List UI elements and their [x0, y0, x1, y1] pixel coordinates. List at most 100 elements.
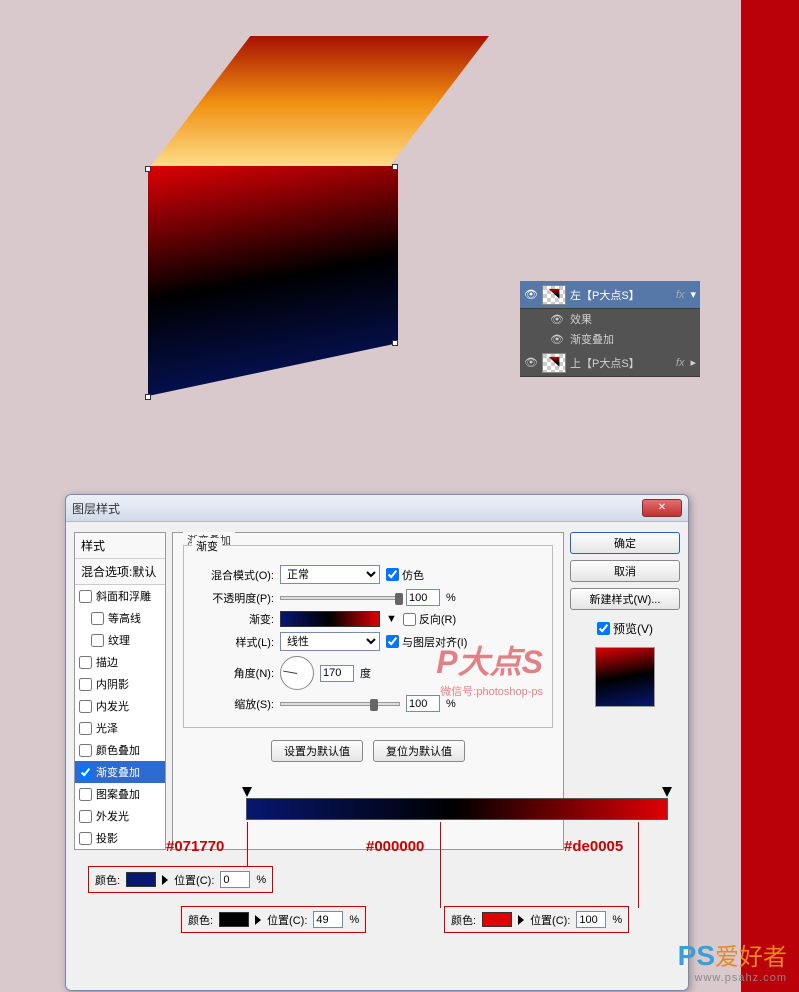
layer-effects-row[interactable]: 👁 效果 — [520, 309, 700, 329]
swatch-menu-icon[interactable] — [162, 875, 168, 885]
effect-label: 渐变叠加 — [570, 331, 614, 347]
set-default-button[interactable]: 设置为默认值 — [271, 740, 363, 762]
blend-mode-select[interactable]: 正常 — [280, 565, 380, 584]
transform-handle[interactable] — [145, 394, 151, 400]
hex-label-1: #071770 — [166, 838, 224, 855]
opacity-stop[interactable] — [662, 787, 672, 797]
swatch-menu-icon[interactable] — [518, 915, 524, 925]
blend-options[interactable]: 混合选项:默认 — [75, 559, 165, 585]
angle-label: 角度(N): — [194, 665, 274, 681]
style-checkbox[interactable] — [79, 678, 92, 691]
dialog-title: 图层样式 — [72, 500, 642, 517]
visibility-icon[interactable]: 👁 — [524, 288, 538, 301]
style-checkbox[interactable] — [79, 722, 92, 735]
gradient-bar[interactable]: .s1::before{background:#071770} — [246, 798, 668, 820]
style-bevel[interactable]: 斜面和浮雕 — [75, 585, 165, 607]
style-drop-shadow[interactable]: 投影 — [75, 827, 165, 849]
style-checkbox[interactable] — [79, 832, 92, 845]
visibility-icon[interactable]: 👁 — [550, 333, 564, 346]
dropdown-icon[interactable]: ▼ — [386, 613, 397, 625]
opacity-slider[interactable] — [280, 596, 400, 600]
stop-callout-1: 颜色: 位置(C): % — [88, 866, 273, 893]
styles-header[interactable]: 样式 — [75, 533, 165, 559]
scale-input[interactable] — [406, 695, 440, 712]
position-input[interactable] — [313, 911, 343, 928]
position-input[interactable] — [576, 911, 606, 928]
color-label: 颜色: — [95, 872, 120, 888]
angle-dial[interactable] — [280, 656, 314, 690]
style-pattern-overlay[interactable]: 图案叠加 — [75, 783, 165, 805]
opacity-input[interactable] — [406, 589, 440, 606]
chevron-right-icon[interactable]: ▸ — [690, 356, 696, 369]
new-style-button[interactable]: 新建样式(W)... — [570, 588, 680, 610]
opacity-stop[interactable] — [242, 787, 252, 797]
connector-line — [247, 822, 248, 868]
fx-badge[interactable]: fx — [676, 289, 687, 301]
watermark-overlay: P大点S 微信号:photoshop-ps — [436, 637, 543, 699]
position-input[interactable] — [220, 871, 250, 888]
style-checkbox[interactable] — [79, 700, 92, 713]
transform-handle[interactable] — [392, 164, 398, 170]
color-swatch[interactable] — [482, 912, 512, 927]
layer-effect-gradient[interactable]: 👁 渐变叠加 — [520, 329, 700, 349]
hex-label-3: #de0005 — [564, 838, 623, 855]
style-gradient-overlay[interactable]: 渐变叠加 — [75, 761, 165, 783]
preview-checkbox[interactable]: 预览(V) — [570, 620, 680, 637]
layer-row-top[interactable]: 👁 上【P大点S】 fx ▸ — [520, 349, 700, 377]
color-label: 颜色: — [451, 912, 476, 928]
layer-thumb — [542, 353, 566, 373]
dither-checkbox[interactable]: 仿色 — [386, 567, 424, 583]
style-checkbox[interactable] — [79, 744, 92, 757]
style-contour[interactable]: 等高线 — [75, 607, 165, 629]
style-checkbox[interactable] — [79, 810, 92, 823]
transform-handle[interactable] — [145, 166, 151, 172]
stop-callout-3: 颜色: 位置(C): % — [444, 906, 629, 933]
ok-button[interactable]: 确定 — [570, 532, 680, 554]
style-texture[interactable]: 纹理 — [75, 629, 165, 651]
sub-label: 渐变 — [192, 538, 222, 554]
color-swatch[interactable] — [126, 872, 156, 887]
color-stop[interactable] — [662, 821, 672, 831]
position-label: 位置(C): — [174, 872, 214, 888]
style-checkbox[interactable] — [79, 766, 92, 779]
gradient-label: 渐变: — [194, 611, 274, 627]
reverse-checkbox[interactable]: 反向(R) — [403, 611, 456, 627]
style-checkbox[interactable] — [79, 656, 92, 669]
chevron-down-icon[interactable]: ▾ — [690, 288, 696, 301]
transform-handle[interactable] — [392, 340, 398, 346]
position-label: 位置(C): — [267, 912, 307, 928]
close-button[interactable]: ✕ — [642, 499, 682, 517]
style-outer-glow[interactable]: 外发光 — [75, 805, 165, 827]
style-checkbox[interactable] — [91, 634, 104, 647]
style-inner-glow[interactable]: 内发光 — [75, 695, 165, 717]
style-checkbox[interactable] — [91, 612, 104, 625]
layer-row-left[interactable]: 👁 左【P大点S】 fx ▾ — [520, 281, 700, 309]
gradient-swatch[interactable] — [280, 611, 380, 627]
style-stroke[interactable]: 描边 — [75, 651, 165, 673]
style-color-overlay[interactable]: 颜色叠加 — [75, 739, 165, 761]
fx-badge[interactable]: fx — [676, 357, 687, 369]
layer-name: 左【P大点S】 — [570, 287, 640, 303]
angle-input[interactable] — [320, 665, 354, 682]
connector-line — [638, 822, 639, 908]
scale-slider[interactable] — [280, 702, 400, 706]
style-checkbox[interactable] — [79, 590, 92, 603]
dialog-titlebar[interactable]: 图层样式 ✕ — [66, 495, 688, 521]
position-label: 位置(C): — [530, 912, 570, 928]
blend-mode-label: 混合模式(O): — [194, 567, 274, 583]
visibility-icon[interactable]: 👁 — [524, 356, 538, 369]
style-checkbox[interactable] — [79, 788, 92, 801]
color-swatch[interactable] — [219, 912, 249, 927]
style-select[interactable]: 线性 — [280, 632, 380, 651]
layer-style-dialog: 图层样式 ✕ 样式 混合选项:默认 斜面和浮雕 等高线 纹理 描边 内阴影 内发… — [65, 494, 689, 991]
swatch-menu-icon[interactable] — [255, 915, 261, 925]
visibility-icon[interactable]: 👁 — [550, 313, 564, 326]
side-face — [148, 166, 398, 396]
connector-line — [440, 822, 441, 908]
cancel-button[interactable]: 取消 — [570, 560, 680, 582]
site-watermark: PS爱好者 www.psahz.com — [678, 937, 787, 984]
reset-default-button[interactable]: 复位为默认值 — [373, 740, 465, 762]
style-satin[interactable]: 光泽 — [75, 717, 165, 739]
color-stop[interactable] — [448, 821, 458, 831]
style-inner-shadow[interactable]: 内阴影 — [75, 673, 165, 695]
